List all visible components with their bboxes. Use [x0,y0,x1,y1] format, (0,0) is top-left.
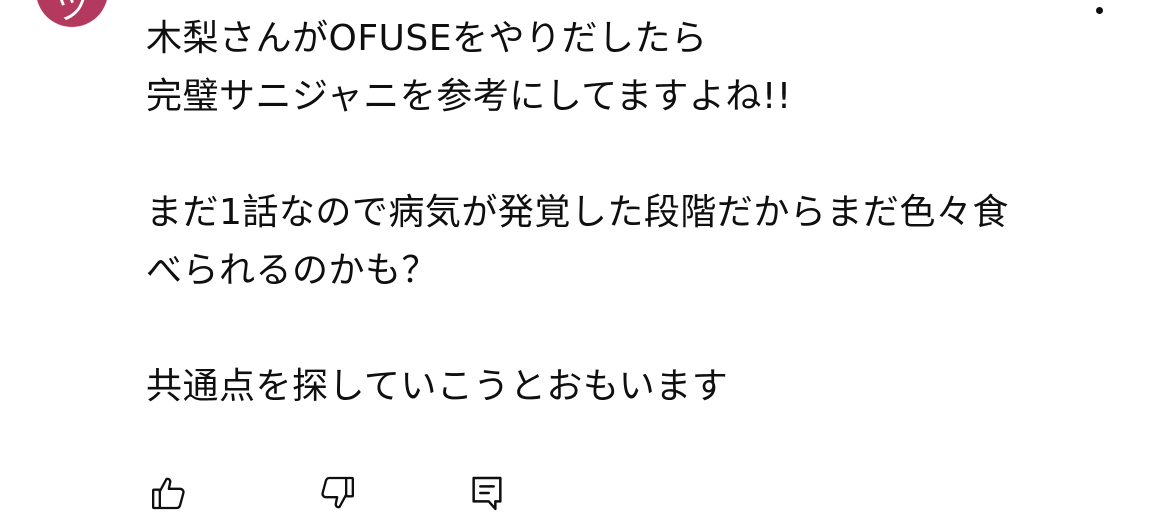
comment-blank-line [146,126,1126,184]
like-button[interactable] [146,470,192,516]
comment-line: まだ1話なので病気が発覚した段階だからまだ色々食 [146,192,1009,233]
comment-actions [146,470,566,516]
reply-button[interactable] [464,470,510,516]
avatar-initial: ツ [55,0,89,27]
comment-line: 完璧サニジャニを参考にしてますよね!! [146,76,792,117]
comment-line: 木梨さんがOFUSEをやりだしたら [146,18,708,59]
comment-blank-line [146,300,1126,358]
thumbs-down-icon [321,476,354,509]
comment-line: べられるのかも？ [146,250,439,291]
avatar[interactable]: ツ [36,0,108,27]
comment-text: 木梨さんがOFUSEをやりだしたら 完璧サニジャニを参考にしてますよね!! まだ… [146,10,1126,416]
comment-line: 共通点を探していこうとおもいます [146,366,729,407]
thumbs-up-icon [152,477,185,510]
comment-reply-icon [472,476,502,511]
dislike-button[interactable] [314,470,360,516]
